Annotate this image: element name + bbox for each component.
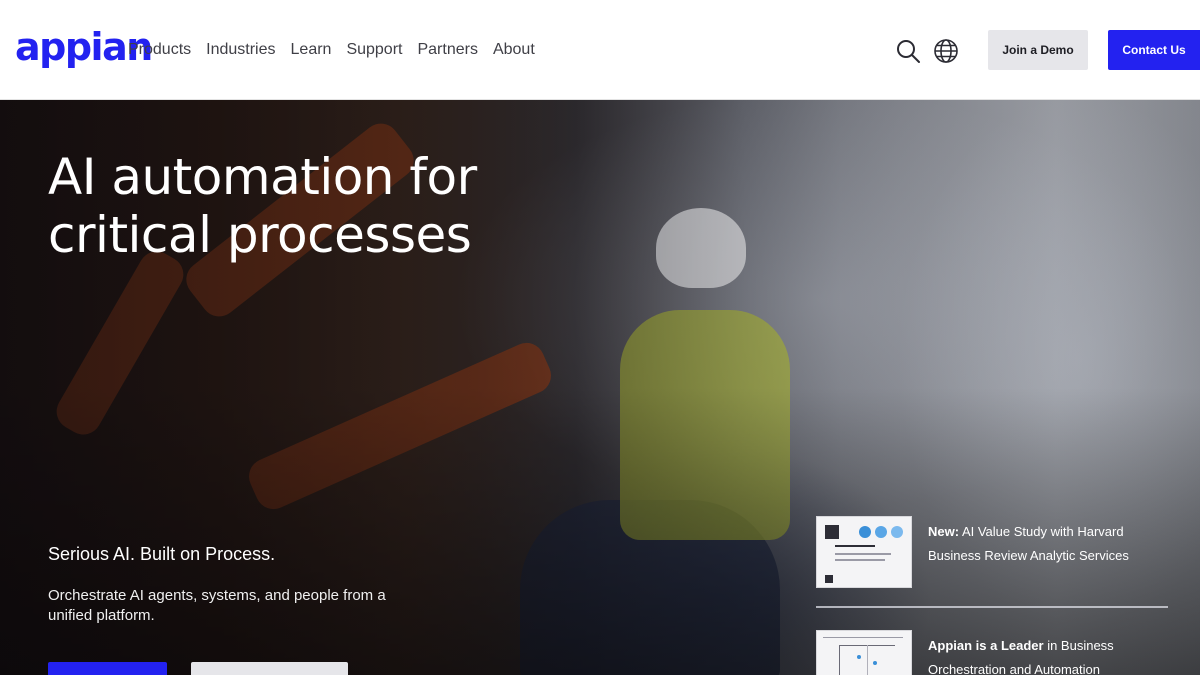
nav-item-industries[interactable]: Industries — [206, 40, 275, 60]
thumbnail-graphic — [875, 526, 887, 538]
hero-title-line: AI automation for — [48, 148, 477, 206]
contact-us-button[interactable]: Contact Us — [1108, 30, 1200, 70]
nav-item-support[interactable]: Support — [346, 40, 402, 60]
thumbnail-graphic — [891, 526, 903, 538]
promo-text: New: AI Value Study with Harvard Busines… — [928, 520, 1168, 568]
thumbnail-graphic — [823, 637, 903, 638]
search-icon[interactable] — [895, 38, 921, 64]
promo-highlight: New: — [928, 524, 960, 539]
hero-description: Orchestrate AI agents, systems, and peop… — [48, 587, 386, 624]
promo-description: AI Value Study with Harvard Business Rev… — [928, 524, 1129, 563]
thumbnail-graphic — [835, 545, 875, 547]
promo-thumbnail — [816, 516, 912, 588]
globe-icon[interactable] — [933, 38, 959, 64]
promo-card-leader-report[interactable]: Appian is a Leader in Business Orchestra… — [816, 630, 1168, 675]
hero-secondary-cta-button[interactable] — [191, 662, 348, 675]
thumbnail-graphic — [839, 645, 840, 675]
nav-item-learn[interactable]: Learn — [291, 40, 332, 60]
hero-primary-cta-button[interactable] — [48, 662, 167, 675]
thumbnail-graphic — [859, 526, 871, 538]
thumbnail-graphic — [857, 655, 861, 659]
thumbnail-graphic — [867, 645, 868, 675]
promo-card-ai-value-study[interactable]: New: AI Value Study with Harvard Busines… — [816, 516, 1168, 608]
promo-thumbnail — [816, 630, 912, 675]
thumbnail-graphic — [835, 553, 891, 555]
thumbnail-graphic — [873, 661, 877, 665]
nav-item-about[interactable]: About — [493, 40, 535, 60]
hero-title-line: critical processes — [48, 206, 472, 264]
promo-highlight: Appian is a Leader — [928, 638, 1044, 653]
main-nav: Products Industries Learn Support Partne… — [128, 40, 550, 60]
nav-item-products[interactable]: Products — [128, 40, 191, 60]
join-demo-button[interactable]: Join a Demo — [988, 30, 1088, 70]
site-header: appian Products Industries Learn Support… — [0, 0, 1200, 100]
promo-text: Appian is a Leader in Business Orchestra… — [928, 634, 1168, 675]
thumbnail-graphic — [825, 525, 839, 539]
hero-subtitle: Serious AI. Built on Process. — [48, 544, 276, 564]
nav-item-partners[interactable]: Partners — [417, 40, 477, 60]
thumbnail-graphic — [825, 575, 833, 583]
thumbnail-graphic — [835, 559, 885, 561]
hero-title: AI automation for critical processes — [48, 148, 568, 264]
